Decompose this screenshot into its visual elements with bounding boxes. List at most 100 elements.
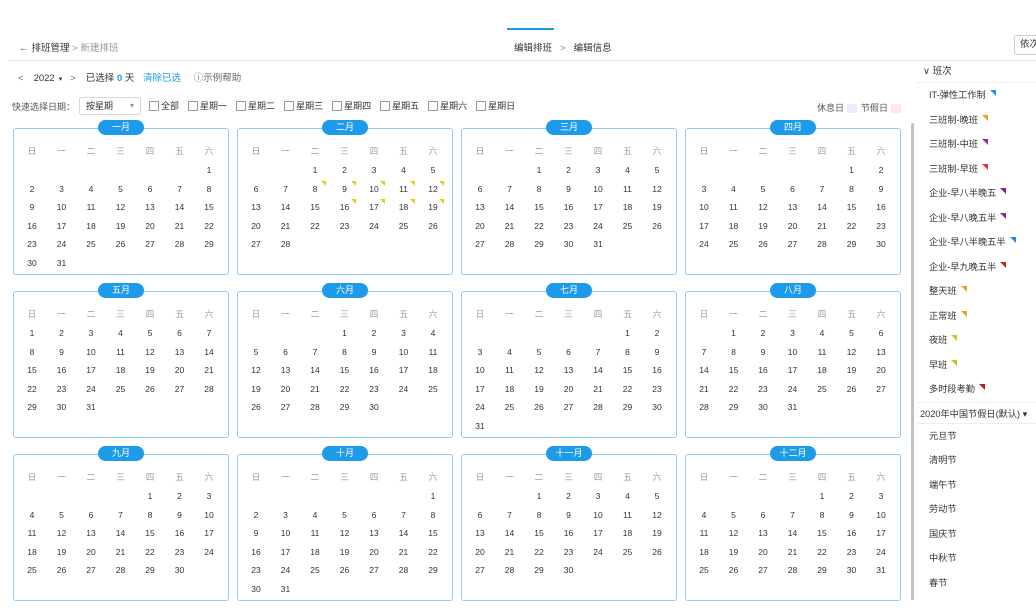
weekday-checkbox-6[interactable]: 星期六	[428, 99, 467, 112]
day-cell[interactable]: 21	[778, 545, 808, 559]
day-cell[interactable]: 28	[389, 563, 419, 577]
day-cell[interactable]: 11	[17, 526, 47, 540]
day-cell[interactable]: 24	[778, 382, 808, 396]
day-cell[interactable]: 12	[748, 200, 778, 214]
day-cell[interactable]: 5	[748, 182, 778, 196]
day-cell[interactable]: 18	[418, 363, 448, 377]
day-cell[interactable]: 6	[359, 508, 389, 522]
scrollbar[interactable]	[911, 123, 914, 600]
day-cell[interactable]: 2	[554, 163, 584, 177]
prev-year-icon[interactable]: <	[18, 73, 24, 84]
day-cell[interactable]: 19	[418, 199, 448, 214]
day-cell[interactable]: 17	[583, 526, 613, 540]
shift-item[interactable]: 三班制-晚班	[917, 108, 1036, 133]
day-cell[interactable]: 21	[583, 382, 613, 396]
day-cell[interactable]: 3	[866, 489, 896, 503]
day-cell[interactable]: 1	[300, 163, 330, 177]
day-cell[interactable]: 15	[719, 363, 749, 377]
day-cell[interactable]: 3	[778, 326, 808, 340]
day-cell[interactable]: 18	[389, 199, 419, 214]
day-cell[interactable]: 19	[135, 363, 165, 377]
day-cell[interactable]: 8	[807, 508, 837, 522]
day-cell[interactable]: 27	[778, 237, 808, 251]
day-cell[interactable]: 22	[17, 382, 47, 396]
day-cell[interactable]: 28	[300, 400, 330, 414]
day-cell[interactable]: 19	[330, 545, 360, 559]
day-cell[interactable]: 27	[866, 382, 896, 396]
next-year-icon[interactable]: >	[70, 73, 76, 84]
day-cell[interactable]: 30	[359, 400, 389, 414]
day-cell[interactable]: 1	[194, 163, 224, 177]
month-title[interactable]: 十月	[322, 446, 368, 461]
weekday-mode-select[interactable]: 按星期 ▾	[79, 97, 142, 115]
day-cell[interactable]: 5	[241, 345, 271, 359]
day-cell[interactable]: 14	[106, 526, 136, 540]
day-cell[interactable]: 2	[165, 489, 195, 503]
day-cell[interactable]: 1	[613, 326, 643, 340]
day-cell[interactable]: 25	[495, 400, 525, 414]
day-cell[interactable]: 26	[748, 237, 778, 251]
day-cell[interactable]: 14	[583, 363, 613, 377]
day-cell[interactable]: 16	[554, 526, 584, 540]
day-cell[interactable]: 18	[300, 545, 330, 559]
day-cell[interactable]: 4	[300, 508, 330, 522]
day-cell[interactable]: 29	[719, 400, 749, 414]
day-cell[interactable]: 18	[613, 526, 643, 540]
month-title[interactable]: 四月	[770, 120, 816, 135]
day-cell[interactable]: 5	[642, 163, 672, 177]
day-cell[interactable]: 22	[524, 545, 554, 559]
day-cell[interactable]: 15	[613, 363, 643, 377]
day-cell[interactable]: 28	[778, 563, 808, 577]
day-cell[interactable]: 23	[330, 219, 360, 233]
day-cell[interactable]: 30	[866, 237, 896, 251]
day-cell[interactable]: 26	[135, 382, 165, 396]
day-cell[interactable]: 12	[418, 180, 448, 196]
day-cell[interactable]: 4	[106, 326, 136, 340]
day-cell[interactable]: 19	[719, 545, 749, 559]
day-cell[interactable]: 12	[524, 363, 554, 377]
day-cell[interactable]: 19	[106, 219, 136, 233]
day-cell[interactable]: 30	[748, 400, 778, 414]
day-cell[interactable]: 2	[866, 163, 896, 177]
day-cell[interactable]: 2	[47, 326, 77, 340]
day-cell[interactable]: 6	[165, 326, 195, 340]
day-cell[interactable]: 14	[495, 200, 525, 214]
day-cell[interactable]: 10	[47, 200, 77, 214]
day-cell[interactable]: 21	[807, 219, 837, 233]
day-cell[interactable]: 25	[300, 563, 330, 577]
day-cell[interactable]: 24	[583, 219, 613, 233]
day-cell[interactable]: 31	[778, 400, 808, 414]
day-cell[interactable]: 10	[76, 345, 106, 359]
day-cell[interactable]: 9	[866, 182, 896, 196]
day-cell[interactable]: 25	[613, 219, 643, 233]
day-cell[interactable]: 13	[241, 200, 271, 214]
day-cell[interactable]: 20	[165, 363, 195, 377]
day-cell[interactable]: 31	[47, 256, 77, 270]
help-link[interactable]: ⓘ示例帮助	[194, 73, 242, 84]
day-cell[interactable]: 3	[689, 182, 719, 196]
day-cell[interactable]: 15	[524, 200, 554, 214]
day-cell[interactable]: 3	[271, 508, 301, 522]
day-cell[interactable]: 4	[807, 326, 837, 340]
day-cell[interactable]: 2	[330, 163, 360, 177]
day-cell[interactable]: 11	[807, 345, 837, 359]
day-cell[interactable]: 26	[719, 563, 749, 577]
day-cell[interactable]: 12	[135, 345, 165, 359]
day-cell[interactable]: 27	[359, 563, 389, 577]
day-cell[interactable]: 23	[359, 382, 389, 396]
day-cell[interactable]: 13	[778, 200, 808, 214]
day-cell[interactable]: 5	[106, 182, 136, 196]
day-cell[interactable]: 22	[330, 382, 360, 396]
day-cell[interactable]: 10	[778, 345, 808, 359]
day-cell[interactable]: 10	[389, 345, 419, 359]
day-cell[interactable]: 28	[807, 237, 837, 251]
checkbox-icon[interactable]	[476, 100, 487, 111]
day-cell[interactable]: 16	[866, 200, 896, 214]
day-cell[interactable]: 24	[47, 237, 77, 251]
day-cell[interactable]: 13	[465, 200, 495, 214]
day-cell[interactable]: 24	[689, 237, 719, 251]
day-cell[interactable]: 28	[689, 400, 719, 414]
day-cell[interactable]: 10	[866, 508, 896, 522]
day-cell[interactable]: 4	[495, 345, 525, 359]
day-cell[interactable]: 13	[465, 526, 495, 540]
